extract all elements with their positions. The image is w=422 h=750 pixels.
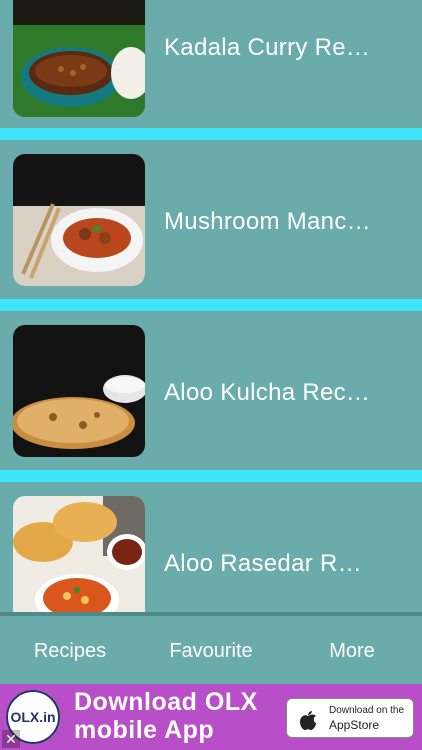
bottom-tab-bar: Recipes Favourite More (0, 612, 422, 684)
mushroom-manchurian-photo (13, 154, 145, 286)
tab-more[interactable]: More (282, 640, 422, 663)
list-item[interactable]: Mushroom Manc… (0, 140, 422, 299)
aloo-rasedar-photo (13, 496, 145, 612)
kadala-curry-photo (13, 0, 145, 117)
row-separator (0, 128, 422, 140)
ad-headline: Download OLX mobile App (74, 688, 258, 744)
tab-favourite[interactable]: Favourite (141, 640, 281, 663)
list-item[interactable]: Aloo Kulcha Rec… (0, 311, 422, 470)
close-icon[interactable]: ✕ (2, 730, 20, 748)
ad-banner[interactable]: OLX.in ✕ Download OLX mobile App Downloa… (0, 684, 422, 750)
recipe-title: Mushroom Manc… (164, 208, 371, 235)
tab-recipes[interactable]: Recipes (0, 640, 140, 663)
recipe-title: Kadala Curry Re… (164, 34, 371, 61)
list-item[interactable]: Aloo Rasedar R… (0, 482, 422, 612)
olx-logo-text: OLX.in (10, 709, 55, 725)
app-screen: Kadala Curry Re… Mushroom Manc… Aloo Kul… (0, 0, 422, 750)
app-store-line2: AppStore (329, 718, 380, 732)
list-item[interactable]: Kadala Curry Re… (0, 0, 422, 128)
app-store-line1: Download on the (329, 705, 405, 716)
app-store-button[interactable]: Download on the AppStore (286, 698, 414, 738)
row-separator (0, 470, 422, 482)
recipe-list[interactable]: Kadala Curry Re… Mushroom Manc… Aloo Kul… (0, 0, 422, 612)
aloo-kulcha-photo (13, 325, 145, 457)
apple-icon (300, 711, 316, 731)
recipe-title: Aloo Rasedar R… (164, 550, 362, 577)
recipe-title: Aloo Kulcha Rec… (164, 379, 371, 406)
row-separator (0, 299, 422, 311)
